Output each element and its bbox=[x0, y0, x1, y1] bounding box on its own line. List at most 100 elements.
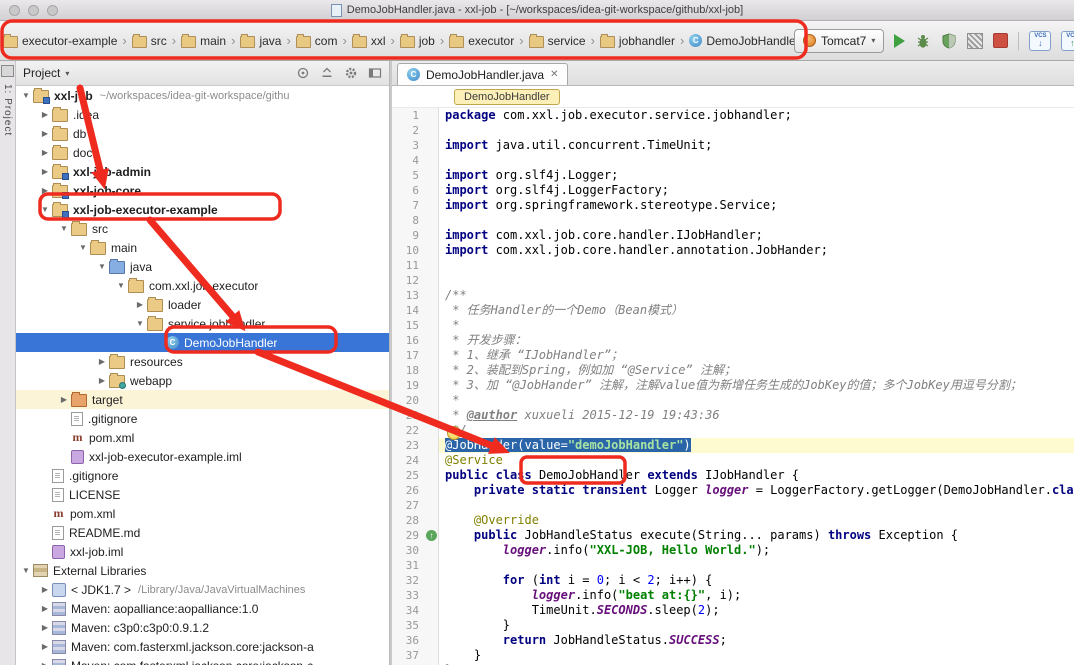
collapse-all-icon[interactable] bbox=[320, 66, 334, 80]
tree-item[interactable]: ▶db bbox=[16, 124, 389, 143]
breadcrumb-item[interactable]: java bbox=[239, 32, 282, 50]
close-window-button[interactable] bbox=[9, 5, 20, 16]
tree-expand-arrow[interactable]: ▶ bbox=[96, 376, 108, 385]
tree-expand-arrow[interactable]: ▶ bbox=[39, 148, 51, 157]
debug-button[interactable] bbox=[915, 33, 931, 49]
tree-item[interactable]: ▶resources bbox=[16, 352, 389, 371]
line-number[interactable]: 37 bbox=[392, 648, 424, 663]
project-tool-window-button[interactable]: 1: Project bbox=[2, 84, 13, 136]
breadcrumb-item[interactable]: jobhandler bbox=[599, 32, 676, 50]
line-number[interactable]: 36 bbox=[392, 633, 424, 648]
line-number[interactable]: 32 bbox=[392, 573, 424, 588]
tree-item[interactable]: ▼xxl-job~/workspaces/idea-git-workspace/… bbox=[16, 86, 389, 105]
tree-item[interactable]: .gitignore bbox=[16, 466, 389, 485]
tree-item[interactable]: mpom.xml bbox=[16, 428, 389, 447]
line-number[interactable]: 25 bbox=[392, 468, 424, 483]
tree-item[interactable]: ▼External Libraries bbox=[16, 561, 389, 580]
line-number[interactable]: 21 bbox=[392, 408, 424, 423]
tree-item[interactable]: README.md bbox=[16, 523, 389, 542]
tree-expand-arrow[interactable]: ▶ bbox=[39, 167, 51, 176]
tree-item[interactable]: LICENSE bbox=[16, 485, 389, 504]
tree-expand-arrow[interactable]: ▼ bbox=[77, 243, 89, 252]
tree-item[interactable]: mpom.xml bbox=[16, 504, 389, 523]
line-number[interactable]: 11 bbox=[392, 258, 424, 273]
build-artifact-button[interactable] bbox=[967, 33, 983, 49]
line-number[interactable]: 23 bbox=[392, 438, 424, 453]
close-tab-icon[interactable]: ✕ bbox=[550, 69, 558, 80]
vcs-update-button[interactable]: VCS ↓ bbox=[1029, 31, 1051, 51]
breadcrumb-item[interactable]: src bbox=[131, 32, 168, 50]
tree-item[interactable]: ▶Maven: com.fasterxml.jackson.core:jacks… bbox=[16, 656, 389, 665]
line-number[interactable]: 14 bbox=[392, 303, 424, 318]
tree-expand-arrow[interactable]: ▼ bbox=[39, 205, 51, 214]
project-panel-title[interactable]: Project bbox=[23, 66, 60, 80]
breadcrumb-item[interactable]: job bbox=[399, 32, 436, 50]
tree-item[interactable]: ▶Maven: aopalliance:aopalliance:1.0 bbox=[16, 599, 389, 618]
line-number[interactable]: 12 bbox=[392, 273, 424, 288]
line-number[interactable]: 2 bbox=[392, 123, 424, 138]
line-number[interactable]: 1 bbox=[392, 108, 424, 123]
line-number[interactable]: 15 bbox=[392, 318, 424, 333]
tree-expand-arrow[interactable]: ▼ bbox=[134, 319, 146, 328]
tree-item[interactable]: xxl-job.iml bbox=[16, 542, 389, 561]
tree-item[interactable]: ▶Maven: c3p0:c3p0:0.9.1.2 bbox=[16, 618, 389, 637]
line-number[interactable]: 6 bbox=[392, 183, 424, 198]
tree-item[interactable]: ▶loader bbox=[16, 295, 389, 314]
line-number[interactable]: 24 bbox=[392, 453, 424, 468]
line-number[interactable]: 34 bbox=[392, 603, 424, 618]
breadcrumb-item[interactable]: com bbox=[295, 32, 339, 50]
line-number[interactable]: 28 bbox=[392, 513, 424, 528]
tree-item[interactable]: ▶Maven: com.fasterxml.jackson.core:jacks… bbox=[16, 637, 389, 656]
breadcrumb-item[interactable]: xxl bbox=[351, 32, 387, 50]
line-number[interactable]: 22 bbox=[392, 423, 424, 438]
tree-item[interactable]: ▼src bbox=[16, 219, 389, 238]
tree-expand-arrow[interactable]: ▼ bbox=[20, 566, 32, 575]
tree-item[interactable]: ▶target bbox=[16, 390, 389, 409]
tree-item[interactable]: ▼java bbox=[16, 257, 389, 276]
line-number[interactable]: 35 bbox=[392, 618, 424, 633]
coverage-button[interactable] bbox=[941, 33, 957, 49]
intention-bulb-icon[interactable] bbox=[447, 426, 461, 440]
line-number[interactable]: 8 bbox=[392, 213, 424, 228]
line-number[interactable]: 9 bbox=[392, 228, 424, 243]
editor-tab[interactable]: C DemoJobHandler.java ✕ bbox=[397, 63, 568, 85]
run-configuration-select[interactable]: Tomcat7 ▾ bbox=[794, 29, 884, 53]
tree-item[interactable]: ▶xxl-job-core bbox=[16, 181, 389, 200]
zoom-window-button[interactable] bbox=[47, 5, 58, 16]
line-number[interactable]: 13 bbox=[392, 288, 424, 303]
tree-item[interactable]: ▼xxl-job-executor-example bbox=[16, 200, 389, 219]
override-marker-icon[interactable]: ↑ bbox=[426, 530, 437, 541]
tree-item[interactable]: ▶xxl-job-admin bbox=[16, 162, 389, 181]
hide-panel-icon[interactable] bbox=[368, 66, 382, 80]
line-number[interactable]: 7 bbox=[392, 198, 424, 213]
line-number[interactable]: 18 bbox=[392, 363, 424, 378]
tree-item[interactable]: ▼com.xxl.job.executor bbox=[16, 276, 389, 295]
tree-item[interactable]: ▼main bbox=[16, 238, 389, 257]
tree-expand-arrow[interactable]: ▼ bbox=[20, 91, 32, 100]
tree-expand-arrow[interactable]: ▼ bbox=[115, 281, 127, 290]
tree-item[interactable]: .gitignore bbox=[16, 409, 389, 428]
tree-expand-arrow[interactable]: ▶ bbox=[96, 357, 108, 366]
line-number[interactable]: 19 bbox=[392, 378, 424, 393]
breadcrumb-item[interactable]: executor-example bbox=[2, 32, 118, 50]
tree-expand-arrow[interactable]: ▼ bbox=[58, 224, 70, 233]
tree-expand-arrow[interactable]: ▶ bbox=[39, 186, 51, 195]
tree-item[interactable]: ▶webapp bbox=[16, 371, 389, 390]
tree-item[interactable]: ▶.idea bbox=[16, 105, 389, 124]
line-number[interactable]: 3 bbox=[392, 138, 424, 153]
minimize-window-button[interactable] bbox=[28, 5, 39, 16]
line-number[interactable]: 10 bbox=[392, 243, 424, 258]
breadcrumb-item[interactable]: executor bbox=[448, 32, 515, 50]
settings-gear-icon[interactable] bbox=[344, 66, 358, 80]
tree-expand-arrow[interactable]: ▶ bbox=[39, 642, 51, 651]
line-number[interactable]: 5 bbox=[392, 168, 424, 183]
breadcrumb-item[interactable]: service bbox=[528, 32, 587, 50]
tree-expand-arrow[interactable]: ▶ bbox=[58, 395, 70, 404]
line-number[interactable]: 29 bbox=[392, 528, 424, 543]
line-number[interactable]: 20 bbox=[392, 393, 424, 408]
locate-file-icon[interactable] bbox=[296, 66, 310, 80]
tree-expand-arrow[interactable]: ▶ bbox=[39, 623, 51, 632]
line-number[interactable]: 31 bbox=[392, 558, 424, 573]
line-number[interactable]: 33 bbox=[392, 588, 424, 603]
tree-expand-arrow[interactable]: ▶ bbox=[39, 129, 51, 138]
